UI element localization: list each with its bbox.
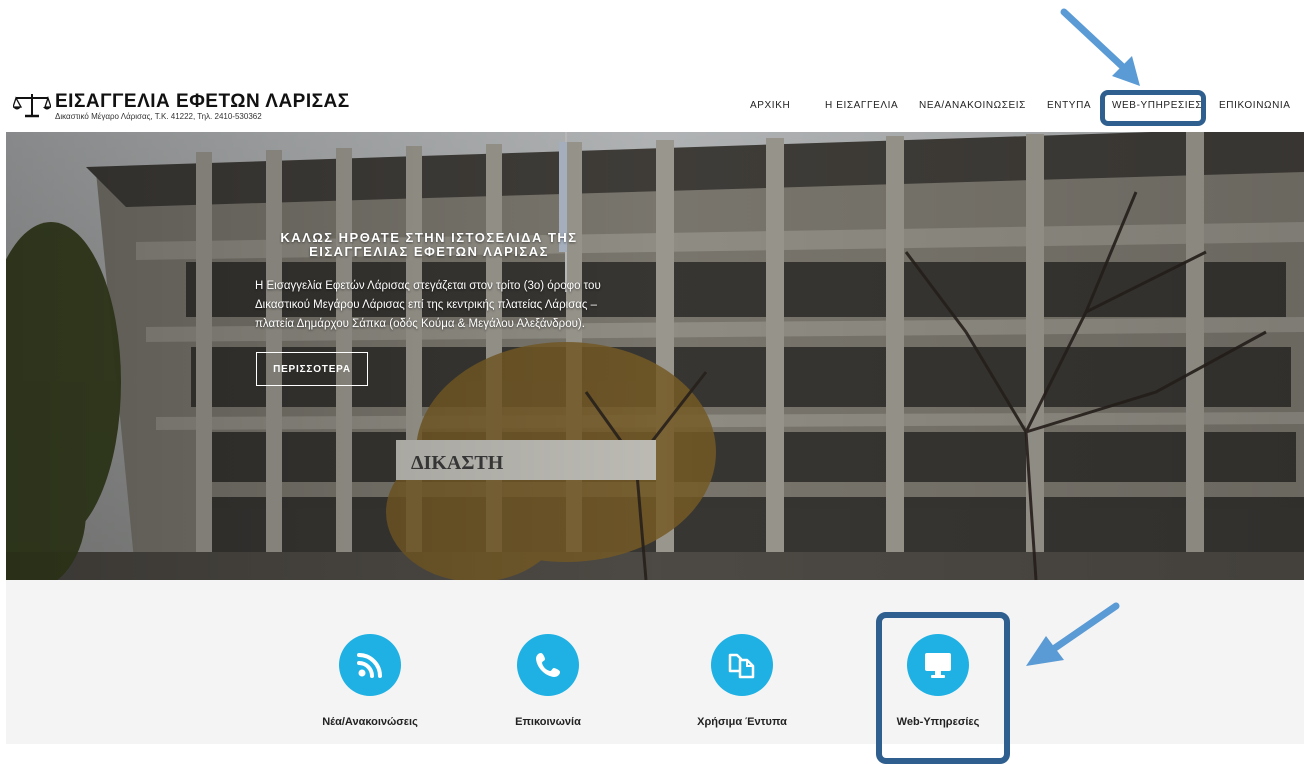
nav-item-contact[interactable]: ΕΠΙΚΟΙΝΩΝΙΑ xyxy=(1219,100,1291,111)
service-contact-label: Επικοινωνία xyxy=(515,716,581,728)
nav-item-prosecution[interactable]: Η ΕΙΣΑΓΓΕΛΙΑ xyxy=(825,100,898,111)
service-forms-label: Χρήσιμα Έντυπα xyxy=(697,716,787,728)
nav-item-forms[interactable]: ΕΝΤΥΠΑ xyxy=(1047,100,1091,111)
annotation-arrow-icon xyxy=(1026,602,1120,666)
hero-heading-line1: ΚΑΛΩΣ ΗΡΘΑΤΕ ΣΤΗΝ ΙΣΤΟΣΕΛΙΔΑ ΤΗΣ xyxy=(280,230,578,245)
hero-heading-line2: ΕΙΣΑΓΓΕΛΙΑΣ ΕΦΕΤΩΝ ΛΑΡΙΣΑΣ xyxy=(309,244,549,259)
hero-description: Η Εισαγγελία Εφετών Λάρισας στεγάζεται σ… xyxy=(255,277,695,334)
hero-text-line1: Η Εισαγγελία Εφετών Λάρισας στεγάζεται σ… xyxy=(255,280,601,292)
service-contact[interactable]: Επικοινωνία xyxy=(468,580,628,744)
service-news[interactable]: Νέα/Ανακοινώσεις xyxy=(290,580,450,744)
hero-heading: ΚΑΛΩΣ ΗΡΘΑΤΕ ΣΤΗΝ ΙΣΤΟΣΕΛΙΔΑ ΤΗΣ ΕΙΣΑΓΓΕ… xyxy=(244,231,614,259)
rss-icon xyxy=(357,653,382,678)
nav-item-news[interactable]: ΝΕΑ/ΑΝΑΚΟΙΝΩΣΕΙΣ xyxy=(919,100,1026,111)
hero-text-line2: Δικαστικού Μεγάρου Λάρισας επί της κεντρ… xyxy=(255,299,598,311)
service-news-label: Νέα/Ανακοινώσεις xyxy=(322,716,418,728)
service-forms[interactable]: Χρήσιμα Έντυπα xyxy=(662,580,822,744)
nav-item-home[interactable]: ΑΡΧΙΚΗ xyxy=(750,100,790,111)
hero-text-line3: πλατεία Δημάρχου Σάπκα (οδός Κούμα & Μεγ… xyxy=(255,318,585,330)
page: ΕΙΣΑΓΓΕΛΙΑ ΕΦΕΤΩΝ ΛΑΡΙΣΑΣ Δικαστικό Μέγα… xyxy=(0,0,1304,764)
annotation-arrow-icon xyxy=(1060,8,1140,86)
service-news-circle[interactable] xyxy=(339,634,401,696)
service-forms-circle[interactable] xyxy=(711,634,773,696)
hero-banner: ΔΙΚΑΣΤΗ ΚΑΛΩΣ ΗΡΘΑΤΕ ΣΤΗΝ ΙΣΤΟΣΕΛΙΔΑ ΤΗΣ… xyxy=(6,132,1304,580)
service-contact-circle[interactable] xyxy=(517,634,579,696)
nav-highlight-box xyxy=(1100,90,1206,126)
service-highlight-box xyxy=(876,612,1010,764)
courthouse-photo: ΔΙΚΑΣΤΗ xyxy=(6,132,1304,580)
documents-icon xyxy=(728,653,755,679)
phone-icon xyxy=(536,653,560,677)
more-button[interactable]: ΠΕΡΙΣΣΟΤΕΡΑ xyxy=(256,352,368,386)
